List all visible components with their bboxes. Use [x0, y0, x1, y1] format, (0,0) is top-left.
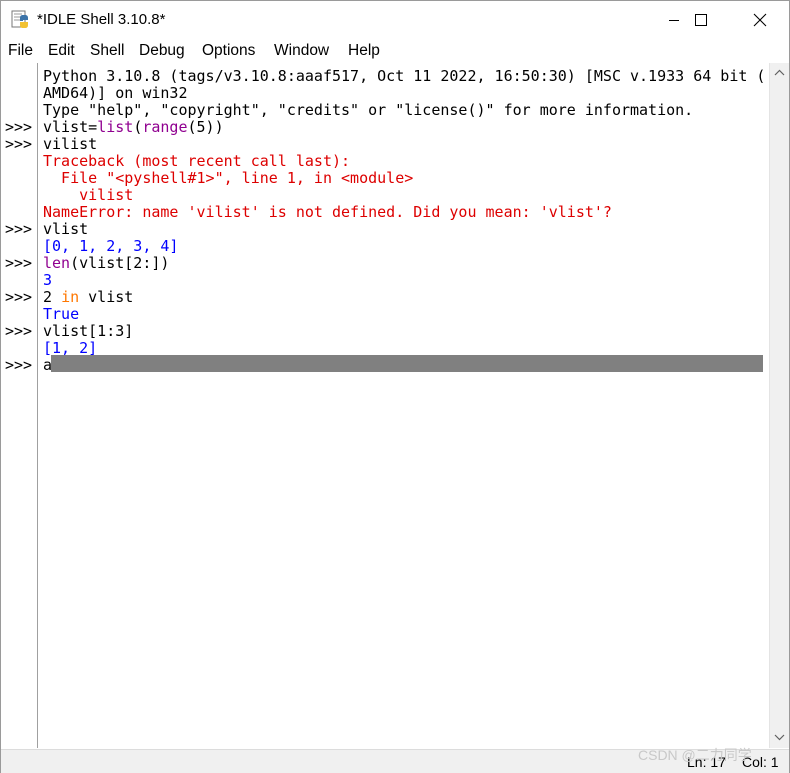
menu-debug[interactable]: Debug: [139, 42, 185, 60]
output-line: 3: [43, 271, 53, 289]
menu-edit[interactable]: Edit: [48, 42, 75, 60]
menu-options[interactable]: Options: [202, 42, 255, 60]
traceback-line: File "<pyshell#1>", line 1, in <module>: [43, 169, 414, 187]
shell-prompt: >>>: [5, 118, 33, 136]
error-message: NameError: name 'vilist' is not defined.…: [43, 203, 612, 221]
csdn-watermark: CSDN @二力同学: [638, 747, 752, 763]
input-line: vilist: [43, 135, 98, 153]
input-line: 2 in vlist: [43, 288, 134, 306]
text-selection-highlight: [51, 355, 763, 372]
close-icon: [753, 13, 767, 27]
maximize-button[interactable]: [678, 1, 724, 39]
menu-shell[interactable]: Shell: [90, 42, 124, 60]
input-line: vlist=list(range(5)): [43, 118, 224, 136]
menu-file[interactable]: File: [8, 42, 33, 60]
shell-prompt: >>>: [5, 356, 33, 374]
traceback-line: vilist: [43, 186, 134, 204]
scroll-down-arrow-icon[interactable]: [770, 731, 789, 743]
idle-shell-window: *IDLE Shell 3.10.8* File Edit Shell Debu…: [0, 0, 790, 773]
shell-prompt: >>>: [5, 322, 33, 340]
output-line: True: [43, 305, 80, 323]
traceback-line: Traceback (most recent call last):: [43, 152, 351, 170]
shell-text-area[interactable]: Python 3.10.8 (tags/v3.10.8:aaaf517, Oct…: [38, 63, 769, 748]
shell-prompt: >>>: [5, 254, 33, 272]
scroll-up-arrow-icon[interactable]: [770, 67, 789, 79]
title-bar: *IDLE Shell 3.10.8*: [1, 1, 789, 39]
vertical-scrollbar[interactable]: [769, 63, 789, 748]
menu-help[interactable]: Help: [348, 42, 380, 60]
prompt-gutter: >>> >>> >>> >>> >>> >>> >>>: [1, 63, 38, 748]
python-idle-icon: [11, 10, 31, 30]
banner-line: Python 3.10.8 (tags/v3.10.8:aaaf517, Oct…: [43, 67, 766, 85]
input-line: vlist: [43, 220, 89, 238]
menu-bar: File Edit Shell Debug Options Window Hel…: [1, 40, 789, 62]
close-button[interactable]: [737, 1, 783, 39]
input-line: len(vlist[2:]): [43, 254, 170, 272]
banner-line: Type "help", "copyright", "credits" or "…: [43, 101, 694, 119]
shell-prompt: >>>: [5, 135, 33, 153]
window-title: *IDLE Shell 3.10.8*: [37, 11, 166, 28]
menu-window[interactable]: Window: [274, 42, 329, 60]
output-line: [0, 1, 2, 3, 4]: [43, 237, 179, 255]
input-line: vlist[1:3]: [43, 322, 134, 340]
banner-line: AMD64)] on win32: [43, 84, 188, 102]
shell-prompt: >>>: [5, 288, 33, 306]
shell-prompt: >>>: [5, 220, 33, 238]
maximize-icon: [695, 14, 707, 26]
